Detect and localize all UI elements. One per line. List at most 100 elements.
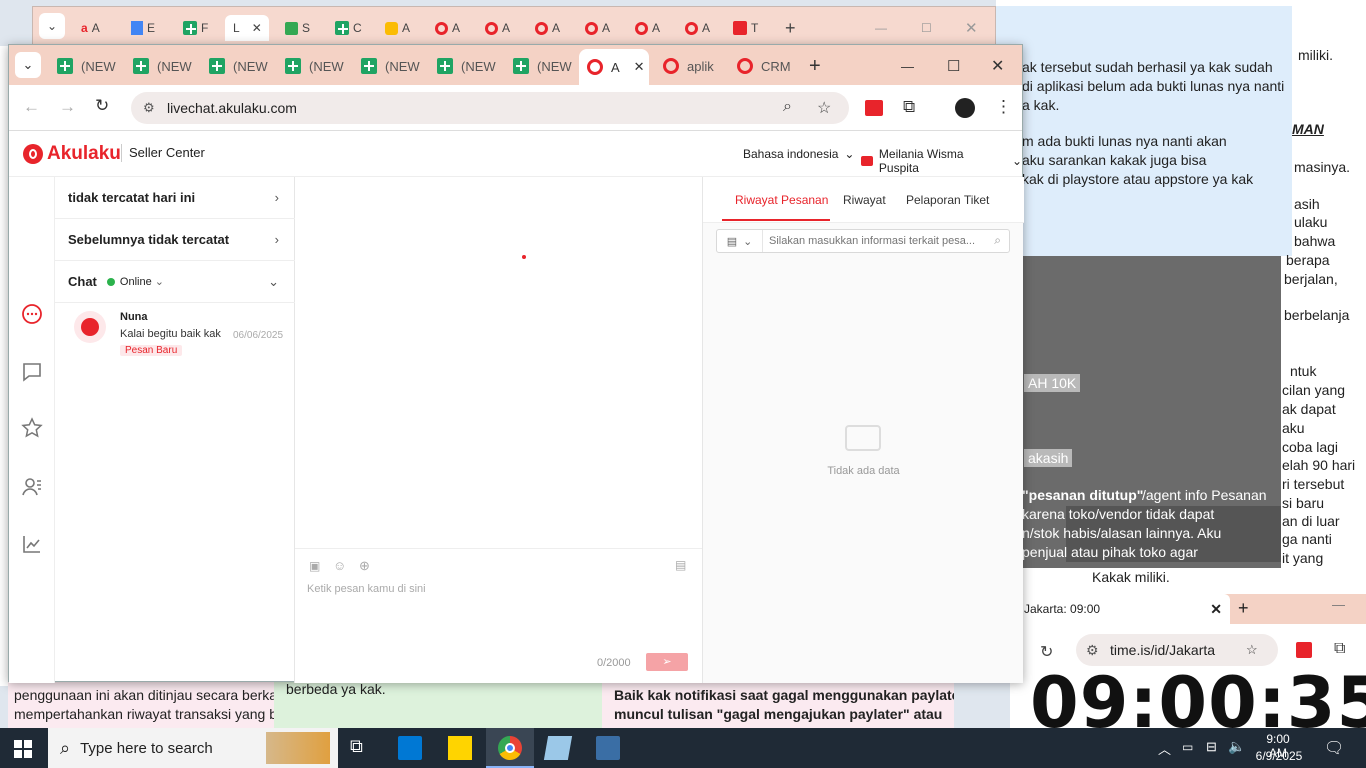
tab-aplikasi[interactable]: aplik	[663, 53, 714, 79]
chevron-down-icon[interactable]: ⌄	[268, 274, 279, 290]
close-window-icon[interactable]: ✕	[991, 53, 1004, 79]
bg-close-icon[interactable]: ✕	[965, 15, 978, 41]
bg-tab-8[interactable]: A	[435, 15, 460, 41]
bg-tab-11[interactable]: A	[585, 15, 610, 41]
send-button[interactable]: ➢	[646, 653, 688, 671]
bookmark-star-icon[interactable]: ☆	[817, 98, 831, 118]
bg-tab-2[interactable]: E	[131, 15, 155, 41]
star-icon[interactable]	[21, 417, 43, 439]
maximize-icon[interactable]: ☐	[947, 53, 960, 79]
forward-arrow-icon[interactable]: →	[59, 97, 76, 117]
close-tab-icon[interactable]: ✕	[634, 59, 645, 75]
calculator-icon[interactable]	[596, 736, 620, 760]
menu-kebab-icon[interactable]: ⋮	[995, 97, 1012, 117]
app-icon[interactable]	[543, 736, 573, 760]
volume-icon[interactable]: 🔈	[1228, 738, 1245, 755]
reload-icon[interactable]: ↻	[95, 96, 109, 116]
store-icon[interactable]	[398, 736, 422, 760]
sticky-notes-icon[interactable]	[448, 736, 472, 760]
battery-icon[interactable]: ▭	[1182, 740, 1193, 754]
language-dropdown[interactable]: Bahasa indonesia ⌄	[743, 147, 854, 161]
row-tidak-tercatat-hari-ini[interactable]: tidak tercatat hari ini ›	[55, 177, 295, 219]
chrome-taskbar-button[interactable]	[486, 728, 534, 768]
tab-sheet-7[interactable]: (NEW	[513, 53, 572, 79]
new-tab-button[interactable]: +	[809, 53, 821, 79]
tab-sheet-3[interactable]: (NEW	[209, 53, 268, 79]
tab-pelaporan-tiket[interactable]: Pelaporan Tiket	[906, 193, 989, 207]
message-square-icon[interactable]	[21, 361, 43, 383]
dark-overlay-window: AH 10K akasih "pesanan ditutup" /agent i…	[996, 256, 1281, 568]
chart-line-icon[interactable]	[21, 533, 43, 555]
bg-tab-3[interactable]: F	[183, 15, 208, 41]
windows-start-icon[interactable]	[14, 740, 32, 758]
extension-icon[interactable]	[865, 100, 883, 116]
akulaku-icon	[663, 58, 679, 74]
bg-tab-6[interactable]: C	[335, 15, 362, 41]
profile-avatar[interactable]	[955, 98, 975, 118]
conversation-item[interactable]: Nuna Kalai begitu baik kak 06/06/2025 Pe…	[55, 305, 295, 363]
bg-tab-4-active[interactable]: L ✕	[225, 15, 269, 41]
site-info-icon[interactable]: ⚙	[143, 100, 155, 116]
new-tab-icon[interactable]: +	[1238, 598, 1249, 619]
search-filter-dropdown[interactable]: ▤ ⌄	[717, 230, 763, 252]
doc-line: ulaku	[1294, 214, 1328, 230]
clock-tab[interactable]: Jakarta: 09:00 ✕	[1018, 594, 1230, 624]
emoji-icon[interactable]: ☺	[333, 558, 346, 573]
tab-akulaku-active[interactable]: A ✕	[579, 49, 649, 85]
user-dropdown[interactable]: Meilania Wisma Puspita ⌄	[861, 147, 1022, 175]
chat-bubble-icon[interactable]	[21, 303, 43, 325]
bg-tab-10[interactable]: A	[535, 15, 560, 41]
bg-new-tab-button[interactable]: +	[785, 15, 796, 41]
tab-sheet-5[interactable]: (NEW	[361, 53, 420, 79]
minimize-icon[interactable]: —	[1332, 597, 1345, 612]
bg-tab-1[interactable]: aA	[81, 15, 100, 41]
row-chat-section[interactable]: Chat Online ⌄ ⌄	[55, 261, 295, 303]
tab-crm[interactable]: CRM	[737, 53, 791, 79]
bg-minimize-icon[interactable]: —	[875, 15, 887, 41]
reload-icon[interactable]: ↻	[1040, 642, 1053, 662]
message-input[interactable]: Ketik pesan kamu di sini	[307, 583, 687, 605]
row-sebelumnya-tidak-tercatat[interactable]: Sebelumnya tidak tercatat ›	[55, 219, 295, 261]
tab-riwayat[interactable]: Riwayat	[843, 193, 886, 207]
taskbar-search[interactable]: ⌕ Type here to search	[48, 728, 338, 768]
notification-icon[interactable]: 🗨	[1324, 738, 1344, 758]
back-arrow-icon[interactable]: ←	[23, 97, 40, 117]
add-circle-icon[interactable]: ⊕	[359, 558, 370, 574]
tab-sheet-6[interactable]: (NEW	[437, 53, 496, 79]
puzzle-icon[interactable]: ⧉	[1334, 640, 1345, 658]
extension-icon[interactable]	[1296, 642, 1312, 658]
close-tab-icon[interactable]: ✕	[1210, 601, 1222, 618]
akulaku-logo[interactable]: Akulaku	[23, 143, 121, 165]
zoom-icon[interactable]: ⌕	[783, 98, 792, 116]
sheets-icon	[361, 58, 377, 74]
network-icon[interactable]: ⊟	[1206, 739, 1217, 755]
bg-maximize-icon[interactable]: ☐	[921, 15, 932, 41]
status-dropdown[interactable]: Online	[120, 276, 152, 288]
clock-date[interactable]: 6/9/2025	[1254, 749, 1304, 763]
tab-sheet-2[interactable]: (NEW	[133, 53, 192, 79]
url-bar[interactable]: ⚙ livechat.akulaku.com ⌕ ☆	[131, 92, 849, 124]
bg-tab-14[interactable]: T	[733, 15, 758, 41]
bg-tab-7[interactable]: A	[385, 15, 410, 41]
bg-tab-9[interactable]: A	[485, 15, 510, 41]
tab-sheet-1[interactable]: (NEW	[57, 53, 116, 79]
clock-tabbar: Jakarta: 09:00 ✕ + —	[1010, 594, 1366, 624]
image-upload-icon[interactable]: ▣	[309, 559, 320, 573]
chevron-up-icon[interactable]: ︿	[1158, 739, 1171, 758]
extensions-puzzle-icon[interactable]: ⧉	[903, 97, 915, 117]
bookmark-star-icon[interactable]: ☆	[1246, 642, 1258, 658]
tab-riwayat-pesanan[interactable]: Riwayat Pesanan	[735, 193, 828, 207]
bg-tab-12[interactable]: A	[635, 15, 660, 41]
bg-tab-5[interactable]: S	[285, 15, 310, 41]
task-view-icon[interactable]: ⧉	[350, 736, 374, 760]
search-icon[interactable]: ⌕	[994, 233, 1001, 248]
tab-sheet-4[interactable]: (NEW	[285, 53, 344, 79]
site-info-icon[interactable]: ⚙	[1086, 642, 1099, 659]
minimize-icon[interactable]: —	[901, 53, 914, 79]
quick-reply-icon[interactable]: ▤	[675, 558, 686, 572]
tab-search-button[interactable]: ⌄	[39, 13, 65, 39]
bg-tab-13[interactable]: A	[685, 15, 710, 41]
user-list-icon[interactable]	[21, 475, 43, 497]
order-search-input[interactable]	[769, 233, 987, 249]
tab-search-icon[interactable]: ⌄	[15, 52, 41, 78]
